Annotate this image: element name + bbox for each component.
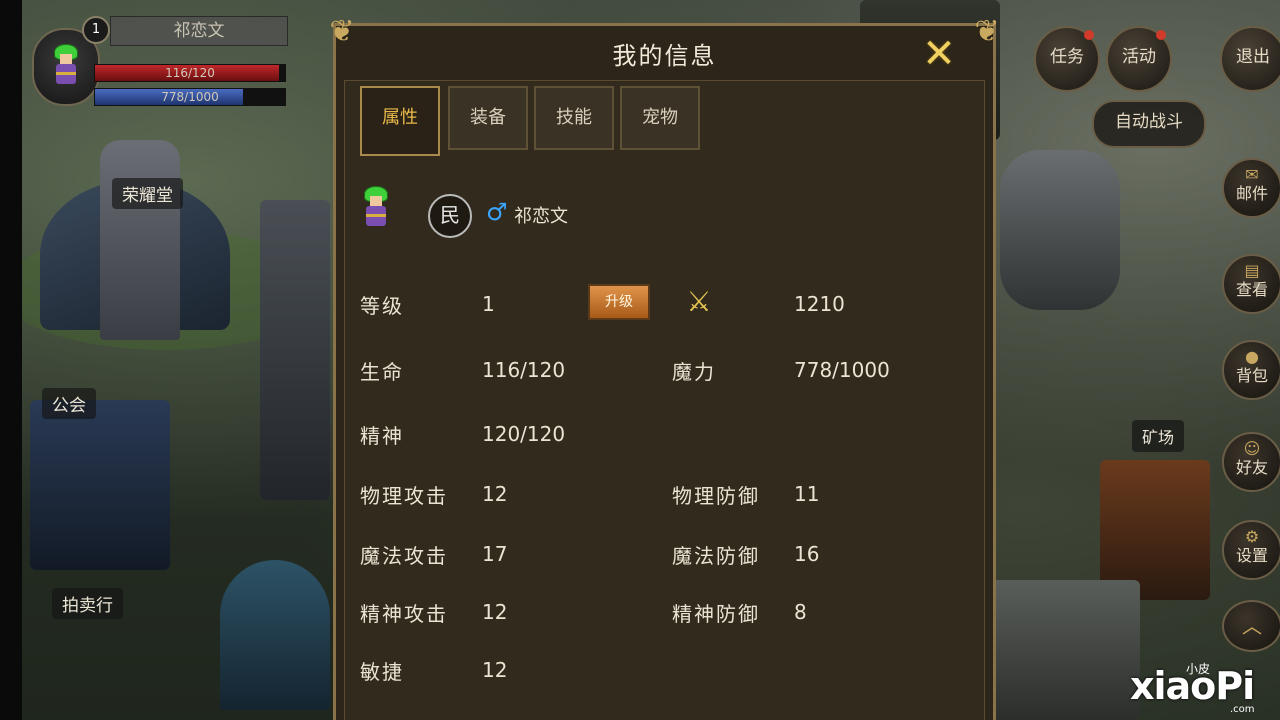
mp-label: 魔力 [672,360,716,384]
tab-equipment[interactable]: 装备 [448,86,528,150]
level-badge: 1 [82,16,110,44]
friends-button[interactable]: ☺ 好友 [1222,432,1280,492]
player-name: 祁恋文 [110,16,288,46]
bag-label: 背包 [1235,366,1268,385]
task-button[interactable]: 任务 [1034,26,1100,92]
tab-skills[interactable]: 技能 [534,86,614,150]
magic-attack-value: 17 [482,542,508,566]
map-label-honor-hall[interactable]: 荣耀堂 [112,178,183,209]
gear-icon: ⚙ [1244,527,1260,546]
friends-icon: ☺ [1243,439,1261,458]
spirit-value: 120/120 [482,422,566,446]
mail-button[interactable]: ✉ 邮件 [1222,158,1280,218]
notification-dot [1084,30,1094,40]
spirit-attack-label: 精神攻击 [360,602,448,626]
hp-value: 116/120 [482,358,566,382]
watermark-logo: 小皮 xiaoPi .com [1120,660,1280,720]
map-label-guild[interactable]: 公会 [42,388,96,419]
bag-icon: ● [1245,347,1259,366]
screen-edge [0,0,22,720]
envelope-icon: ✉ [1245,165,1259,184]
crossed-swords-icon: ⚔ [686,285,712,318]
mp-bar: 778/1000 [94,88,286,106]
mp-text: 778/1000 [161,90,219,104]
magic-defense-value: 16 [794,542,820,566]
player-hud[interactable]: 1 祁恋文 116/120 778/1000 [26,10,294,106]
hp-label: 生命 [360,360,404,384]
hp-bar: 116/120 [94,64,286,82]
friends-label: 好友 [1235,458,1268,477]
character-sprite [52,44,82,90]
tower-building [100,140,180,340]
physical-defense-label: 物理防御 [672,484,760,508]
physical-attack-label: 物理攻击 [360,484,448,508]
upgrade-button[interactable]: 升级 [588,284,650,320]
close-button[interactable]: ✕ [917,32,961,76]
map-label-mine[interactable]: 矿场 [1132,420,1185,452]
hp-text: 116/120 [165,66,215,80]
exit-label: 退出 [1236,47,1270,67]
building-mine[interactable] [1100,460,1210,600]
spirit-label: 精神 [360,424,404,448]
spirit-defense-label: 精神防御 [672,602,760,626]
exit-button[interactable]: 退出 [1220,26,1280,92]
settings-label: 设置 [1235,546,1268,565]
level-value: 1 [482,292,495,316]
stone-tower [260,200,330,500]
building-guild[interactable] [30,400,170,570]
spirit-defense-value: 8 [794,600,807,624]
stone-wall [980,580,1140,720]
physical-attack-value: 12 [482,482,508,506]
task-label: 任务 [1050,47,1084,67]
mail-label: 邮件 [1235,184,1268,203]
magic-attack-label: 魔法攻击 [360,544,448,568]
chevron-up-icon: ︿ [1242,614,1262,638]
map-label-auction[interactable]: 拍卖行 [52,588,123,619]
agility-value: 12 [482,658,508,682]
book-icon: ▤ [1244,261,1260,280]
bag-button[interactable]: ● 背包 [1222,340,1280,400]
watermark-url-text: .com [1230,704,1255,715]
mp-value: 778/1000 [794,358,890,382]
auto-battle-button[interactable]: 自动战斗 [1092,100,1206,148]
physical-defense-value: 11 [794,482,820,506]
character-name: 祁恋文 [514,206,568,227]
male-icon: ♂ [486,198,508,226]
spirit-attack-value: 12 [482,600,508,624]
notification-dot [1156,30,1166,40]
watermark-main-text: xiaoPi [1130,664,1255,708]
cliff-rock [1000,150,1120,310]
tab-pets[interactable]: 宠物 [620,86,700,150]
character-info: 民 ♂ 祁恋文 [362,186,662,246]
settings-button[interactable]: ⚙ 设置 [1222,520,1280,580]
character-sprite [362,186,392,232]
close-icon: ✕ [922,31,956,77]
my-info-panel: ❦ ❦ 我的信息 ✕ 属性 装备 技能 宠物 民 ♂ 祁恋文 等级 1 升级 ⚔… [329,14,1000,720]
magic-defense-label: 魔法防御 [672,544,760,568]
panel-title: 我的信息 [612,42,717,70]
dome-building [220,560,330,710]
combat-power-value: 1210 [794,292,845,316]
activity-button[interactable]: 活动 [1106,26,1172,92]
agility-label: 敏捷 [360,660,404,684]
collapse-menu-button[interactable]: ︿ [1222,600,1280,652]
level-label: 等级 [360,294,404,318]
activity-label: 活动 [1122,47,1156,67]
class-badge: 民 [428,194,472,238]
book-button[interactable]: ▤ 查看 [1222,254,1280,314]
book-label: 查看 [1235,280,1268,299]
tab-attributes[interactable]: 属性 [360,86,440,156]
